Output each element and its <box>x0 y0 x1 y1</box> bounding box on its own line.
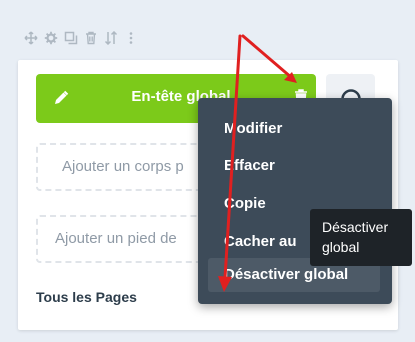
tooltip-line-2: global <box>322 239 360 255</box>
duplicate-icon[interactable] <box>64 31 78 45</box>
tooltip-line-1: Désactiver <box>322 219 389 235</box>
menu-item-clear[interactable]: Effacer <box>224 157 275 174</box>
delete-icon[interactable] <box>84 31 98 45</box>
tooltip: Désactiver global <box>310 209 412 266</box>
edit-icon[interactable] <box>53 90 69 106</box>
gear-icon[interactable] <box>44 31 58 45</box>
layout-toolbar <box>24 28 138 48</box>
sort-icon[interactable] <box>104 31 118 45</box>
menu-item-hide[interactable]: Cacher au <box>224 233 297 250</box>
more-icon[interactable] <box>124 31 138 45</box>
context-menu: Modifier Effacer Copie Cacher au Désacti… <box>198 98 392 304</box>
menu-item-copy[interactable]: Copie <box>224 195 266 212</box>
menu-item-edit[interactable]: Modifier <box>224 120 282 137</box>
assignment-label: Tous les Pages <box>36 289 137 305</box>
move-icon[interactable] <box>24 31 38 45</box>
